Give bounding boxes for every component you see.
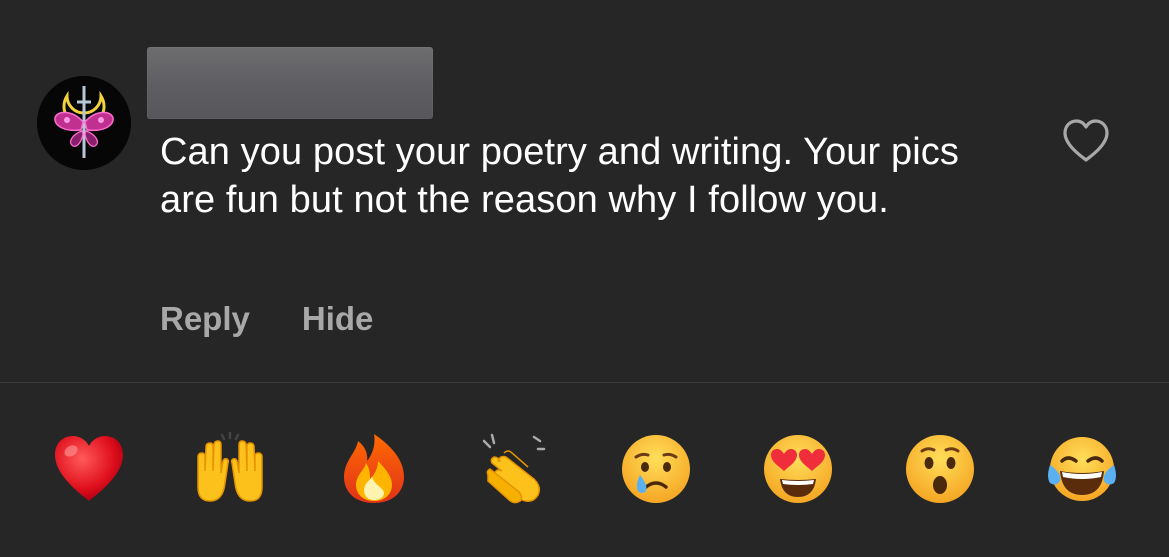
avatar-moth-icon: [37, 76, 131, 170]
hide-button[interactable]: Hide: [302, 300, 374, 338]
avatar[interactable]: [37, 76, 131, 170]
quick-reactions-bar: [0, 383, 1169, 557]
tears-of-joy-emoji[interactable]: [1044, 431, 1120, 507]
comment-actions: Reply Hide: [160, 296, 373, 342]
surprised-face-emoji[interactable]: [902, 431, 978, 507]
heart-outline-icon[interactable]: [1060, 118, 1112, 164]
clapping-hands-emoji[interactable]: [478, 431, 554, 507]
heart-eyes-emoji[interactable]: [760, 431, 836, 507]
fire-emoji[interactable]: [336, 431, 412, 507]
reply-button[interactable]: Reply: [160, 300, 250, 338]
red-heart-emoji[interactable]: [51, 431, 127, 507]
comment-text: Can you post your poetry and writing. Yo…: [160, 131, 959, 221]
username-redacted[interactable]: [147, 47, 433, 119]
comment-item: Can you post your poetry and writing. Yo…: [0, 0, 1169, 382]
raising-hands-emoji[interactable]: [192, 431, 268, 507]
crying-face-emoji[interactable]: [618, 431, 694, 507]
